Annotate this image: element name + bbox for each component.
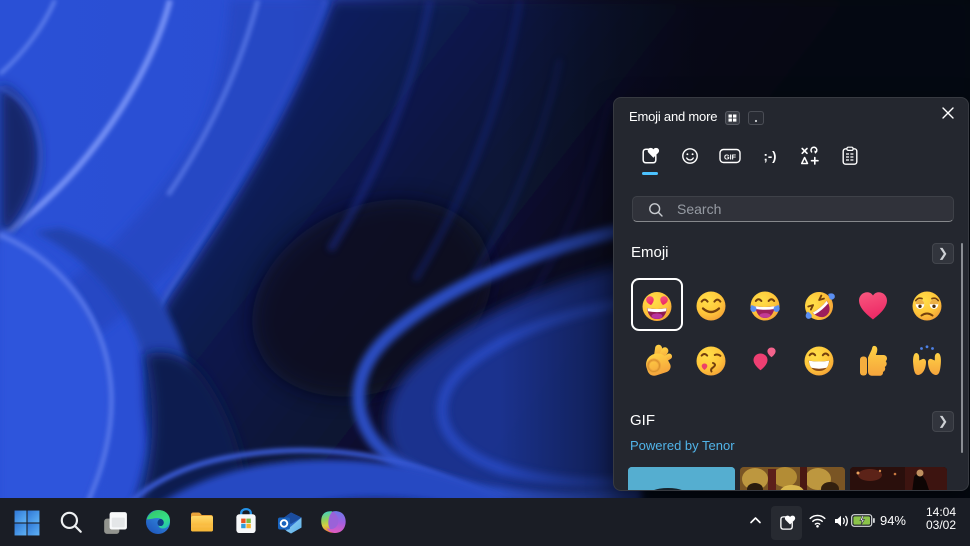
svg-text:GIF: GIF bbox=[724, 153, 737, 162]
svg-text:;-): ;-) bbox=[764, 149, 777, 164]
